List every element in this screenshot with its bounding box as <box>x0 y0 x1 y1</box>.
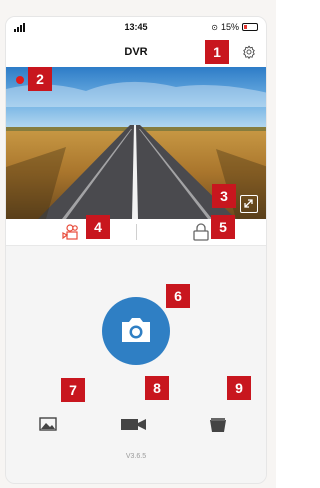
capture-photo-button[interactable] <box>102 297 170 365</box>
marker-5: 5 <box>211 215 235 239</box>
alarm-icon: ⊙ <box>211 22 218 32</box>
mode-divider <box>136 224 137 240</box>
control-area: V3.6.5 <box>6 246 266 483</box>
video-camera-icon[interactable] <box>62 224 80 240</box>
video-record-icon[interactable] <box>120 417 148 431</box>
battery-percent: 15% <box>220 22 239 32</box>
marker-2: 2 <box>28 67 52 91</box>
marker-9: 9 <box>227 376 251 400</box>
battery-icon <box>242 23 258 31</box>
status-bar: 13:45 ⊙ 15% <box>6 17 266 39</box>
gear-icon[interactable] <box>242 45 256 59</box>
screenshot-frame: 13:45 ⊙ 15% DVR V3.6.5 1 2 3 4 5 6 7 8 9 <box>0 0 276 488</box>
recording-indicator <box>16 76 24 84</box>
marker-7: 7 <box>61 378 85 402</box>
trash-icon[interactable] <box>209 417 227 433</box>
marker-8: 8 <box>145 376 169 400</box>
app-version: V3.6.5 <box>125 453 147 460</box>
status-right: ⊙ 15% <box>211 22 258 32</box>
marker-1: 1 <box>205 40 229 64</box>
marker-6: 6 <box>166 284 190 308</box>
lock-icon[interactable] <box>193 223 209 241</box>
expand-icon[interactable] <box>240 195 258 213</box>
gallery-icon[interactable] <box>39 417 57 431</box>
camera-icon <box>122 318 150 342</box>
marker-3: 3 <box>212 184 236 208</box>
marker-4: 4 <box>86 215 110 239</box>
